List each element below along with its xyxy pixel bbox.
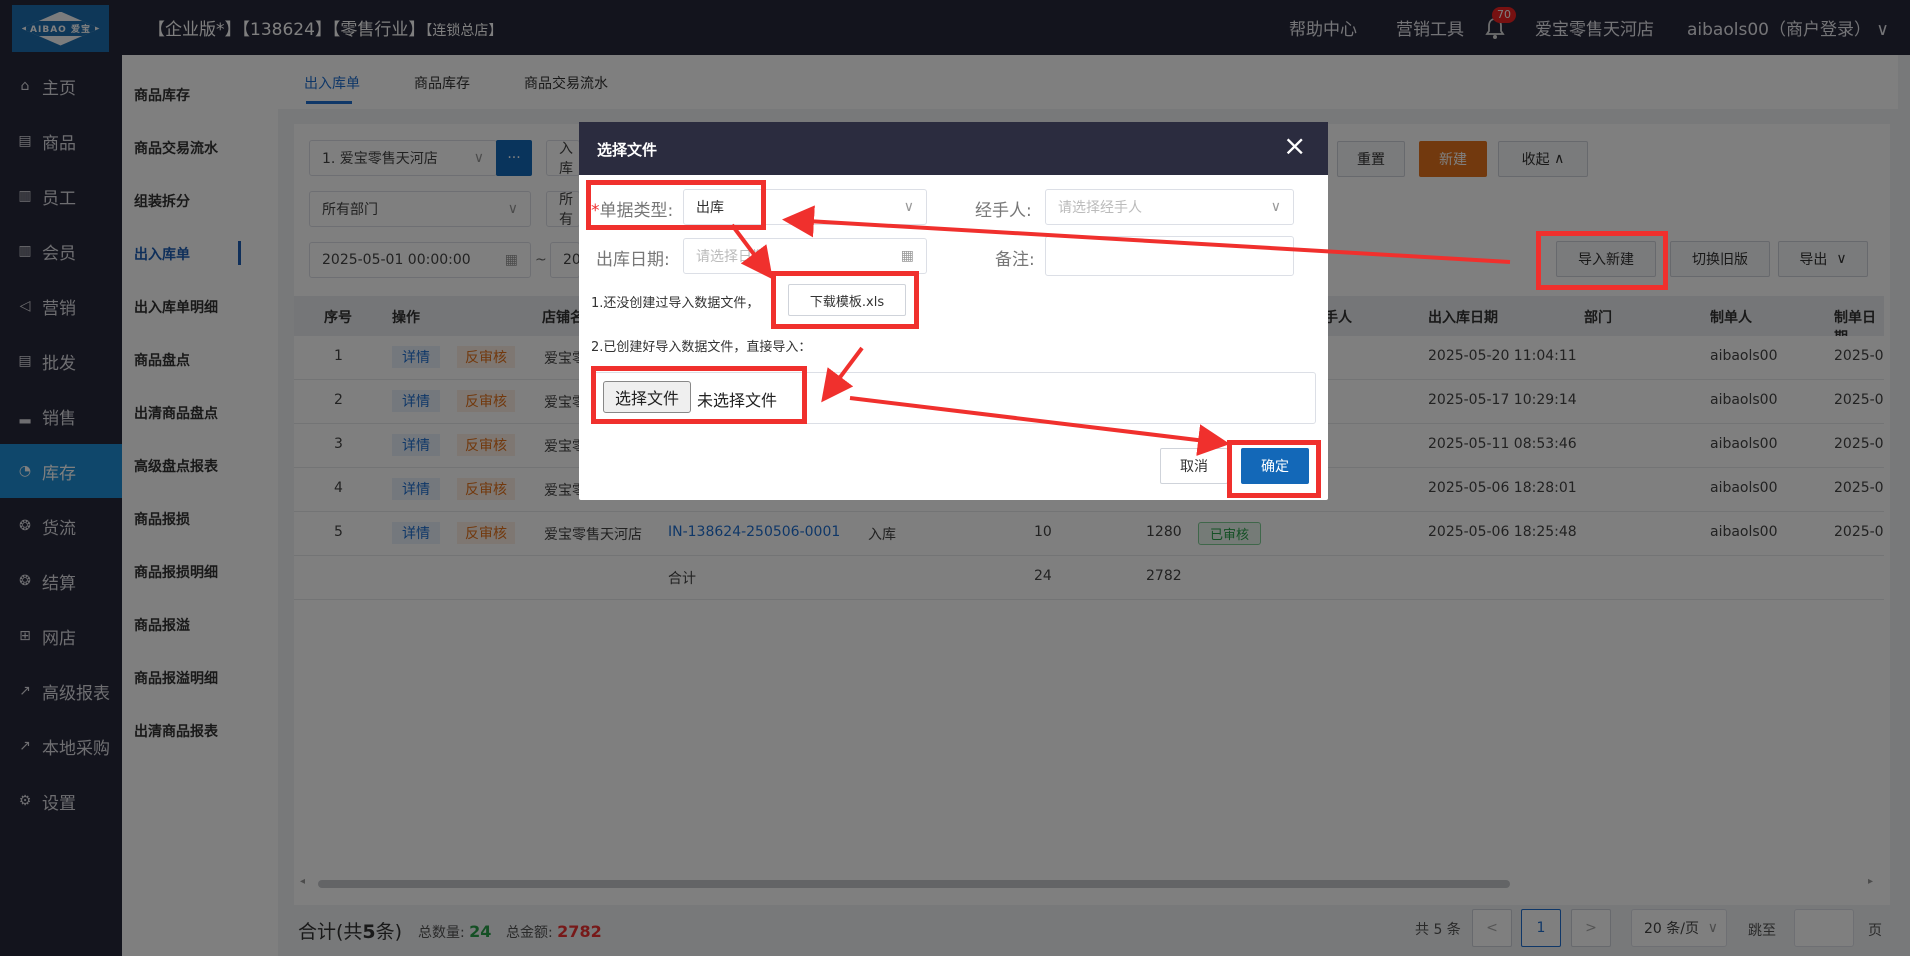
- arrow-choose-to-confirm: [849, 396, 1230, 457]
- arrow-download-to-choose: [821, 346, 864, 403]
- annotation-arrows: [730, 205, 1511, 457]
- arrow-import-to-type: [782, 205, 1511, 264]
- arrow-type-to-download: [730, 223, 773, 280]
